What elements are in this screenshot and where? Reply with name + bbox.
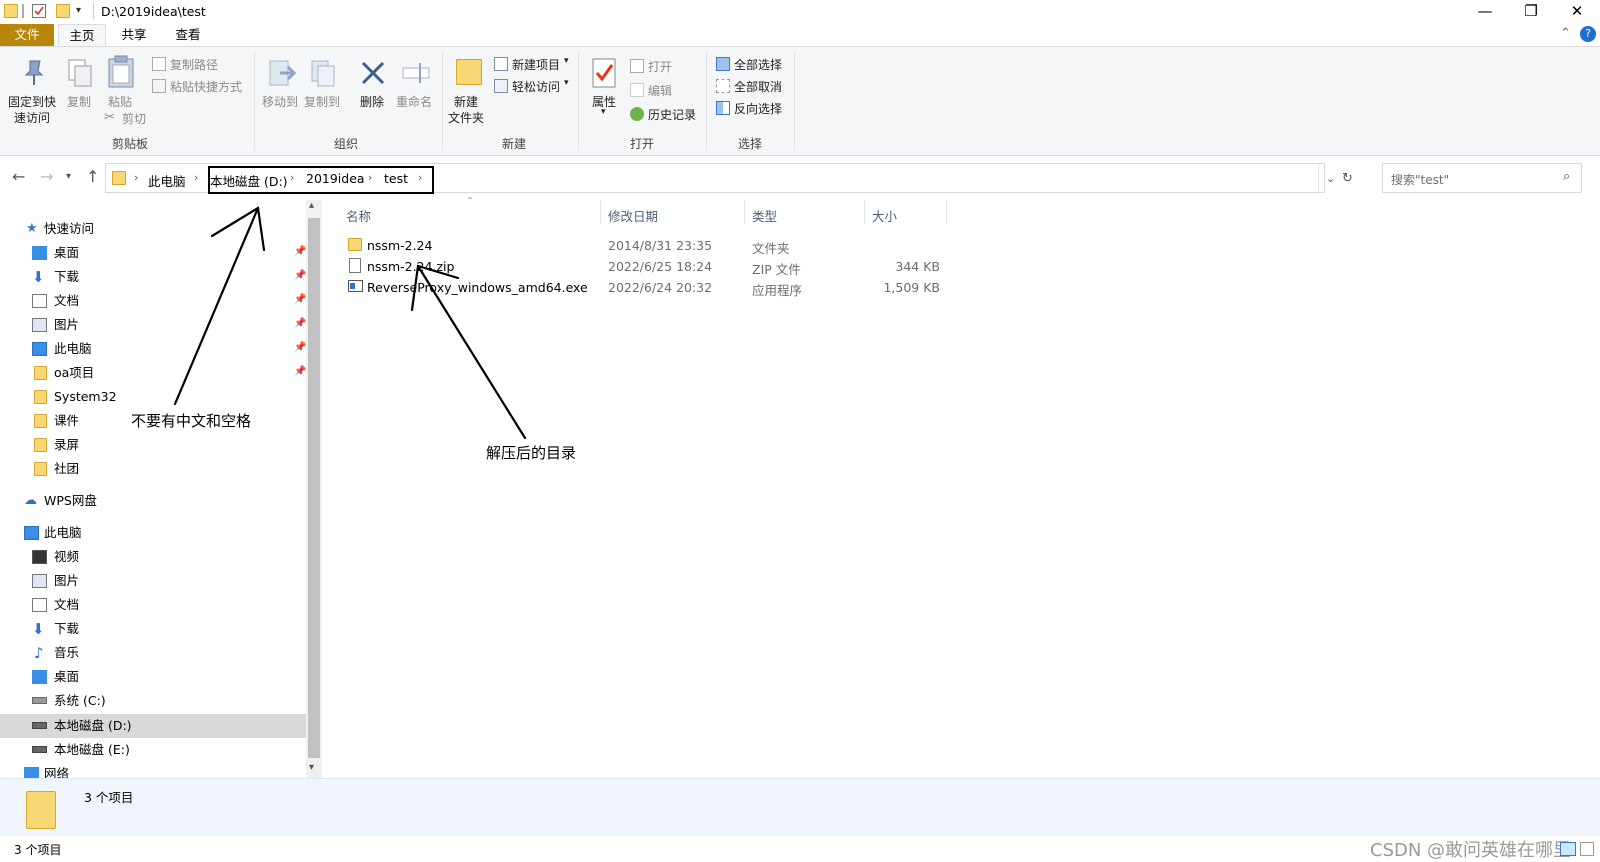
annotation-text-left: 不要有中文和空格 — [131, 412, 252, 430]
annotation-arrow-left — [173, 206, 260, 406]
watermark: CSDN @敢问英雄在哪里 — [1370, 840, 1572, 861]
details-item-count: 3 个项目 — [84, 790, 134, 805]
details-view-icon[interactable] — [1560, 842, 1576, 856]
large-icons-view-icon[interactable] — [1580, 842, 1594, 856]
details-pane: 3 个项目 — [0, 778, 1600, 836]
status-bar: 3 个项目 CSDN @敢问英雄在哪里 — [0, 836, 1600, 861]
annotation-text-right: 解压后的目录 — [486, 444, 577, 462]
status-item-count: 3 个项目 — [14, 843, 62, 857]
annotation-arrow-right — [416, 264, 527, 440]
folder-icon — [26, 791, 56, 829]
annotation-arrowhead-right — [410, 264, 460, 312]
